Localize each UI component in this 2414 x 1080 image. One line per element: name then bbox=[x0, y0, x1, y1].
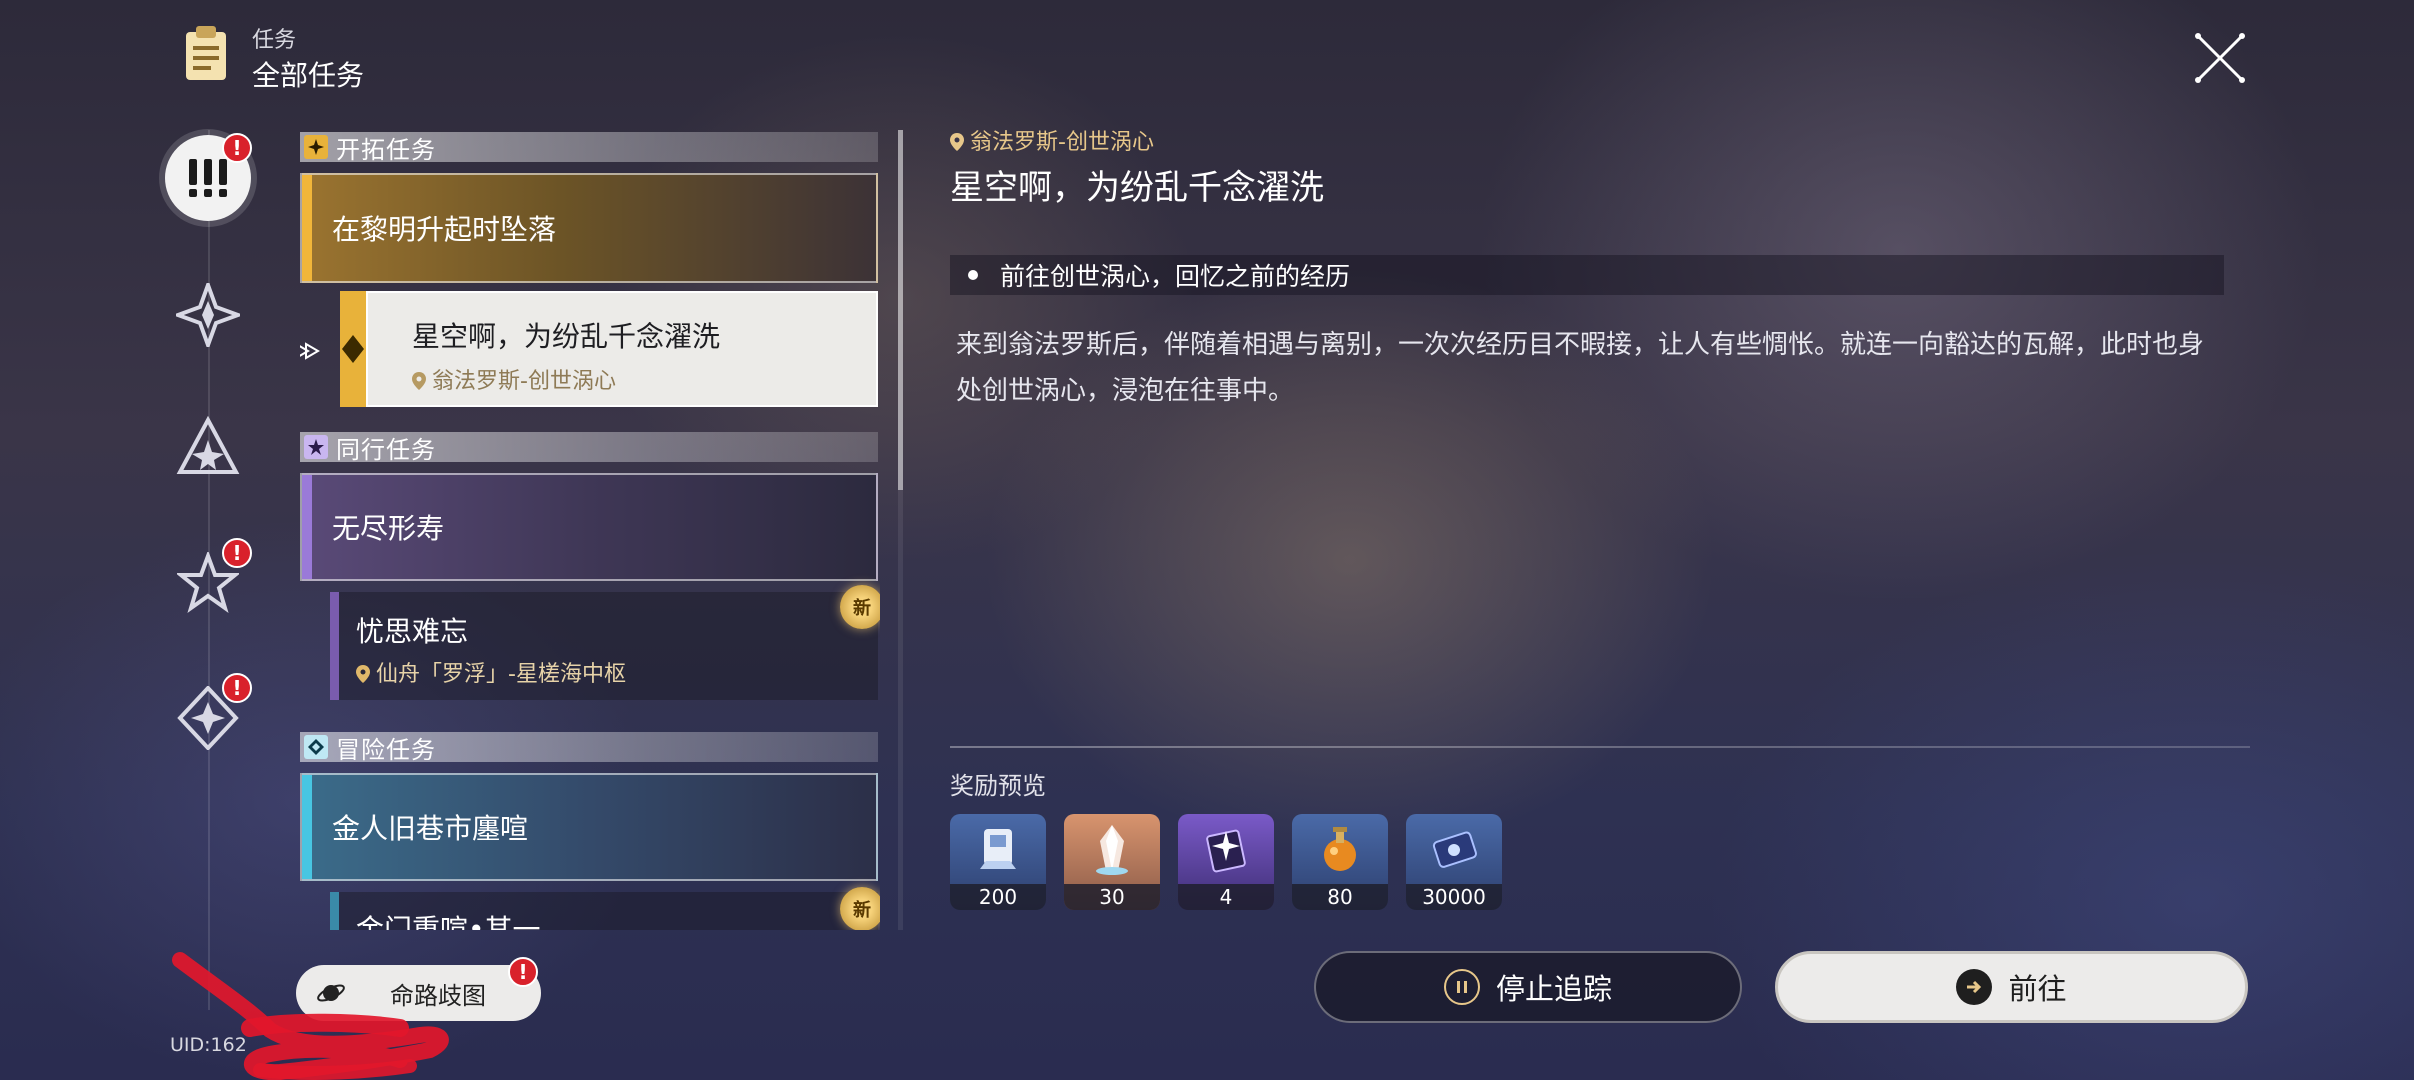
lightcone-exp-icon bbox=[1178, 814, 1274, 884]
quest-card-companion-1[interactable]: 无尽形寿 bbox=[300, 473, 878, 581]
selected-indicator bbox=[340, 291, 366, 407]
section-label: 同行任务 bbox=[336, 435, 436, 464]
page-title: 全部任务 bbox=[252, 59, 365, 92]
go-button[interactable]: 前往 bbox=[1775, 951, 2248, 1023]
list-scrollbar-thumb[interactable] bbox=[898, 130, 903, 490]
trailblaze-star-icon bbox=[176, 283, 240, 347]
location-pin-icon bbox=[412, 372, 426, 390]
reward-preview-label: 奖励预览 bbox=[950, 772, 1046, 800]
quest-card-adventure-1[interactable]: 金人旧巷市廛喧 bbox=[300, 773, 878, 881]
selected-quest-location: 翁法罗斯-创世涡心 bbox=[412, 363, 876, 395]
detail-location: 翁法罗斯-创世涡心 bbox=[950, 124, 1154, 156]
triangle-star-icon bbox=[176, 416, 240, 474]
detail-description: 来到翁法罗斯后，伴随着相遇与离别，一次次经历目不暇接，让人有些惆怅。就连一向豁达… bbox=[956, 330, 2205, 406]
companion-section-icon bbox=[304, 435, 328, 459]
stop-tracking-button[interactable]: 停止追踪 bbox=[1314, 951, 1742, 1023]
reward-item[interactable]: 30000 bbox=[1406, 814, 1502, 910]
section-header-trailblaze: 开拓任务 bbox=[300, 132, 878, 164]
trailblaze-section-icon bbox=[304, 135, 328, 159]
reward-item[interactable]: 4 bbox=[1178, 814, 1274, 910]
quest-selected[interactable]: 星空啊，为纷乱千念濯洗 翁法罗斯-创世涡心 bbox=[330, 291, 878, 407]
quest-title: 忧思难忘 bbox=[356, 615, 469, 648]
detail-objective: 前往创世涡心，回忆之前的经历 bbox=[950, 255, 2224, 295]
quest-location: 仙舟「罗浮」-星槎海中枢 bbox=[356, 656, 878, 688]
bullet bbox=[968, 270, 978, 280]
pause-icon bbox=[1443, 969, 1480, 1005]
location-pin-icon bbox=[356, 665, 370, 683]
selected-quest-title: 星空啊，为纷乱千念濯洗 bbox=[412, 320, 721, 353]
reward-item[interactable]: 30 bbox=[1064, 814, 1160, 910]
section-header-adventure: 冒险任务 bbox=[300, 732, 878, 764]
quest-title: 金人旧巷市廛喧 bbox=[332, 812, 529, 845]
stop-tracking-label: 停止追踪 bbox=[1495, 972, 1612, 1006]
clipboard-icon bbox=[186, 26, 226, 80]
credit-icon bbox=[1406, 814, 1502, 884]
arrow-right-icon bbox=[1956, 969, 1993, 1005]
trailblaze-exp-icon bbox=[950, 814, 1046, 884]
reward-item[interactable]: 80 bbox=[1292, 814, 1388, 910]
close-icon[interactable] bbox=[2190, 28, 2250, 88]
quest-item-companion-sub[interactable]: 忧思难忘 仙舟「罗浮」-星槎海中枢 bbox=[330, 592, 878, 700]
reward-list: 200 30 4 80 30000 bbox=[950, 814, 1502, 910]
badge-adventure-quests: ! bbox=[222, 538, 252, 568]
section-label: 冒险任务 bbox=[336, 735, 436, 764]
rail-item-companion-quests[interactable] bbox=[165, 405, 251, 491]
new-badge: 新 bbox=[840, 585, 880, 629]
rail-item-trailblaze-quests[interactable] bbox=[165, 272, 251, 358]
badge-all-quests: ! bbox=[222, 133, 252, 163]
go-label: 前往 bbox=[2008, 972, 2067, 1006]
quest-title: 在黎明升起时坠落 bbox=[332, 213, 557, 246]
adventure-section-icon bbox=[304, 735, 328, 759]
badge-path-map: ! bbox=[508, 957, 538, 987]
section-label: 开拓任务 bbox=[336, 135, 436, 164]
redaction-scribble bbox=[172, 952, 449, 1080]
detail-title: 星空啊，为纷乱千念濯洗 bbox=[950, 168, 1324, 208]
exclamation-icon bbox=[189, 159, 227, 197]
header-subtitle: 任务 bbox=[252, 28, 297, 53]
quest-item-adventure-sub[interactable]: 金门重喧•其一 bbox=[330, 892, 878, 930]
quest-card-trailblaze-1[interactable]: 在黎明升起时坠落 bbox=[300, 173, 878, 283]
divider bbox=[950, 746, 2250, 748]
stellar-jade-icon bbox=[1064, 814, 1160, 884]
selection-arrow-icon bbox=[300, 342, 320, 360]
reward-item[interactable]: 200 bbox=[950, 814, 1046, 910]
new-badge: 新 bbox=[840, 887, 880, 930]
location-pin-icon bbox=[950, 133, 964, 151]
quest-title: 金门重喧•其一 bbox=[356, 913, 541, 930]
potion-icon bbox=[1292, 814, 1388, 884]
quest-list[interactable]: 开拓任务 在黎明升起时坠落 星空啊，为纷乱千念濯洗 翁法罗斯-创世涡心 同行任务… bbox=[300, 130, 880, 930]
badge-daily-quests: ! bbox=[222, 673, 252, 703]
section-header-companion: 同行任务 bbox=[300, 432, 878, 464]
quest-title: 无尽形寿 bbox=[332, 512, 445, 545]
